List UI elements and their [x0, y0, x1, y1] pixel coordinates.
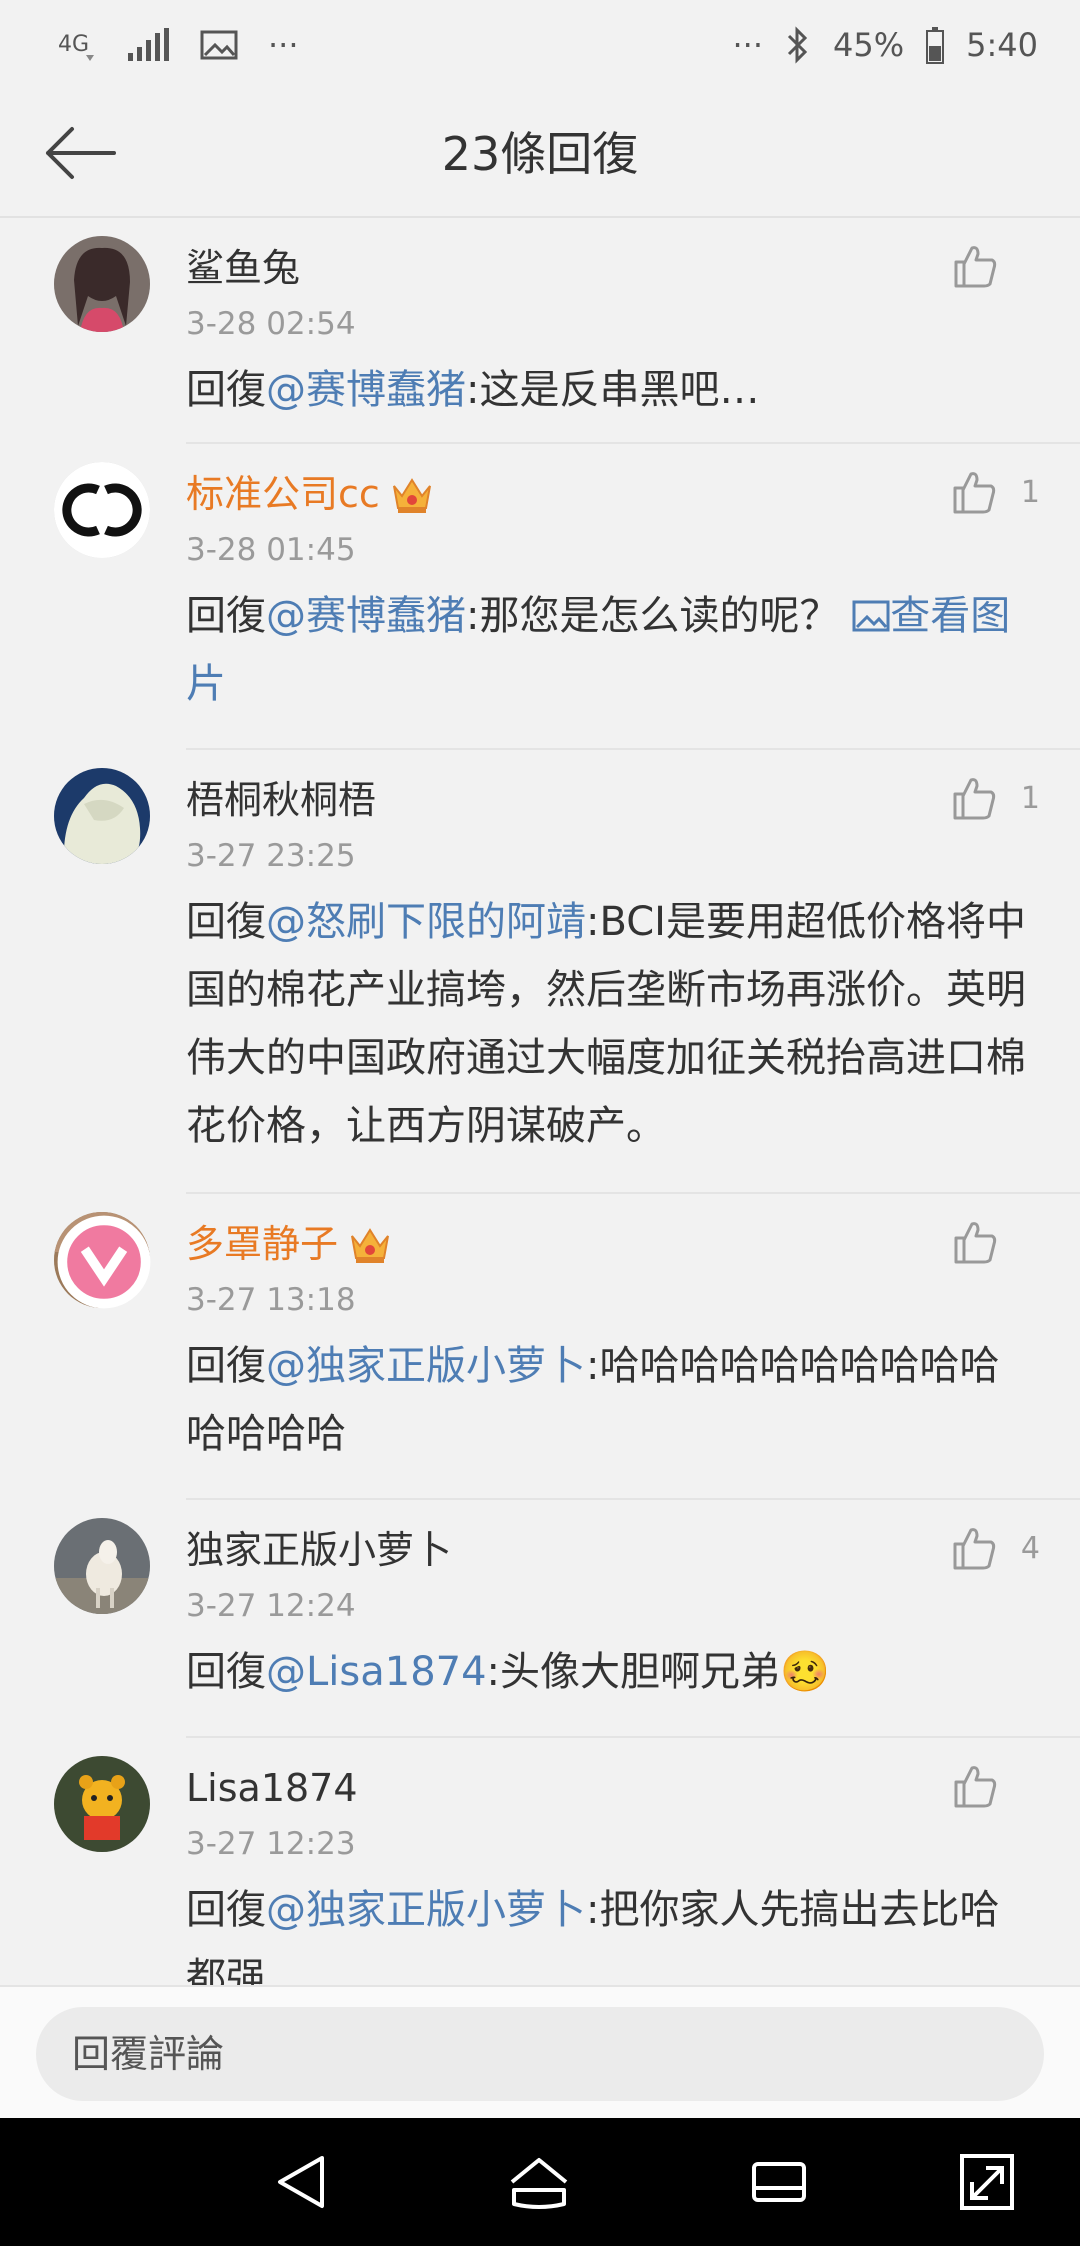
like-count: 1 [1020, 474, 1040, 510]
nav-back-icon [278, 2156, 324, 2208]
svg-text:4G: 4G [58, 32, 89, 57]
like-button[interactable]: 4 [951, 1518, 1040, 1578]
mention-link[interactable]: @Lisa1874 [266, 1649, 487, 1695]
verified-badge-icon [57, 1215, 151, 1309]
thumbs-up-icon [953, 1528, 996, 1570]
like-button[interactable] [952, 1212, 1040, 1272]
reply-prefix: 回復 [186, 1649, 266, 1695]
reply-time: 3-28 02:54 [186, 306, 356, 342]
status-time: 5:40 [966, 26, 1038, 64]
reply-time: 3-27 23:25 [186, 838, 356, 874]
like-button[interactable] [952, 1756, 1040, 1816]
like-count: 4 [1020, 1530, 1040, 1566]
reply-prefix: 回復 [186, 1887, 266, 1933]
battery-percent: 45% [833, 26, 905, 64]
avatar[interactable] [54, 1756, 150, 1852]
reply-time: 3-27 12:23 [186, 1826, 356, 1862]
reply-prefix: 回復 [186, 899, 266, 945]
thumbs-up-icon [953, 778, 996, 820]
thumbs-up-icon [954, 1222, 997, 1264]
nav-home-icon [510, 2158, 568, 2209]
like-count: 1 [1020, 780, 1040, 816]
like-button[interactable] [952, 236, 1040, 296]
reply-author[interactable]: 标准公司cc [186, 466, 434, 522]
avatar[interactable] [54, 236, 150, 332]
mention-link[interactable]: @独家正版小萝卜 [266, 1887, 586, 1933]
like-button[interactable]: 1 [951, 768, 1040, 828]
image-icon [852, 600, 890, 632]
nav-recents-icon [752, 2162, 806, 2202]
avatar[interactable] [54, 1212, 151, 1309]
reply-body: 回復@独家正版小萝卜:把你家人先搞出去比哈都强 [186, 1876, 1028, 1985]
status-more: ··· [268, 26, 299, 64]
thumbs-up-icon [954, 246, 997, 288]
mention-link[interactable]: @怒刷下限的阿靖 [266, 899, 586, 945]
author-name[interactable]: 梧桐秋桐梧 [186, 772, 376, 828]
vip-crown-icon [351, 1228, 389, 1263]
expand-icon [960, 2154, 1014, 2210]
reply-time: 3-27 13:18 [186, 1282, 356, 1318]
reply-item: 鲨鱼兔 3-28 02:54 回復@赛博蠢猪:这是反串黑吧… [0, 218, 1080, 444]
reply-body: 回復@独家正版小萝卜:哈哈哈哈哈哈哈哈哈哈哈哈哈哈 [186, 1332, 1028, 1468]
nav-expand-button[interactable] [956, 2152, 1022, 2212]
reply-author[interactable]: 梧桐秋桐梧 [186, 772, 376, 828]
reply-author[interactable]: 鲨鱼兔 [186, 240, 300, 296]
reply-item: Lisa1874 3-27 12:23 回復@独家正版小萝卜:把你家人先搞出去比… [0, 1738, 1080, 1985]
bluetooth-icon [785, 26, 811, 64]
mention-link[interactable]: @独家正版小萝卜 [266, 1343, 586, 1389]
avatar[interactable] [54, 1518, 150, 1614]
reply-body: 回復@赛博蠢猪:那您是怎么读的呢？ 查看图片 [186, 582, 1028, 718]
page-title: 23條回復 [441, 127, 639, 181]
reply-prefix: 回復 [186, 593, 266, 639]
nav-home-button[interactable] [506, 2152, 572, 2212]
mention-link[interactable]: @赛博蠢猪 [266, 593, 466, 639]
thumbs-up-icon [954, 1766, 997, 1808]
status-more-right: ··· [732, 26, 764, 64]
reply-author[interactable]: Lisa1874 [186, 1760, 358, 1816]
nav-back-button[interactable] [270, 2152, 336, 2212]
header: 23條回復 [0, 90, 1080, 218]
reply-input-bar: 回覆評論 [0, 1985, 1080, 2118]
author-name[interactable]: 标准公司cc [186, 466, 380, 522]
reply-item: 独家正版小萝卜 3-27 12:24 4 回復@Lisa1874:头像大胆啊兄弟… [0, 1500, 1080, 1738]
battery-icon [926, 26, 945, 64]
reply-text: :头像大胆啊兄弟🥴 [486, 1649, 830, 1695]
network-4g-icon: 4G [56, 25, 96, 65]
reply-item: 多罩静子 3-27 13:18 回復@独家正版小萝卜:哈哈哈哈哈哈哈哈哈哈哈哈哈… [0, 1194, 1080, 1500]
reply-item: 标准公司cc 3-28 01:45 1 回復@赛博蠢猪:那您是怎么读的呢？ 查看… [0, 444, 1080, 750]
signal-icon [126, 27, 170, 63]
author-name[interactable]: Lisa1874 [186, 1760, 358, 1816]
reply-prefix: 回復 [186, 1343, 266, 1389]
author-name[interactable]: 独家正版小萝卜 [186, 1522, 452, 1578]
system-nav-bar [0, 2118, 1080, 2246]
reply-text: :那您是怎么读的呢？ [466, 593, 840, 639]
reply-prefix: 回復 [186, 367, 266, 413]
reply-body: 回復@怒刷下限的阿靖:BCI是要用超低价格将中国的棉花产业搞垮，然后垄断市场再涨… [186, 888, 1028, 1160]
author-name[interactable]: 多罩静子 [186, 1216, 338, 1272]
reply-author[interactable]: 多罩静子 [186, 1216, 392, 1272]
avatar[interactable] [54, 462, 150, 558]
avatar[interactable] [54, 768, 150, 864]
reply-author[interactable]: 独家正版小萝卜 [186, 1522, 452, 1578]
thumbs-up-icon [953, 472, 996, 514]
reply-item: 梧桐秋桐梧 3-27 23:25 1 回復@怒刷下限的阿靖:BCI是要用超低价格… [0, 750, 1080, 1194]
vip-crown-icon [392, 478, 431, 513]
reply-list[interactable]: 鲨鱼兔 3-28 02:54 回復@赛博蠢猪:这是反串黑吧… 标准公司cc 3-… [0, 218, 1080, 1985]
image-notification-icon [200, 29, 238, 61]
reply-body: 回復@赛博蠢猪:这是反串黑吧… [186, 356, 1028, 424]
nav-recents-button[interactable] [746, 2152, 812, 2212]
author-name[interactable]: 鲨鱼兔 [186, 240, 300, 296]
reply-input[interactable]: 回覆評論 [36, 2007, 1044, 2101]
like-button[interactable]: 1 [951, 462, 1040, 522]
status-bar: 4G ··· ··· 45% 5:40 [0, 0, 1080, 90]
reply-time: 3-28 01:45 [186, 532, 356, 568]
reply-body: 回復@Lisa1874:头像大胆啊兄弟🥴 [186, 1638, 1028, 1706]
mention-link[interactable]: @赛博蠢猪 [266, 367, 466, 413]
reply-text: :这是反串黑吧… [466, 367, 760, 413]
reply-time: 3-27 12:24 [186, 1588, 356, 1624]
